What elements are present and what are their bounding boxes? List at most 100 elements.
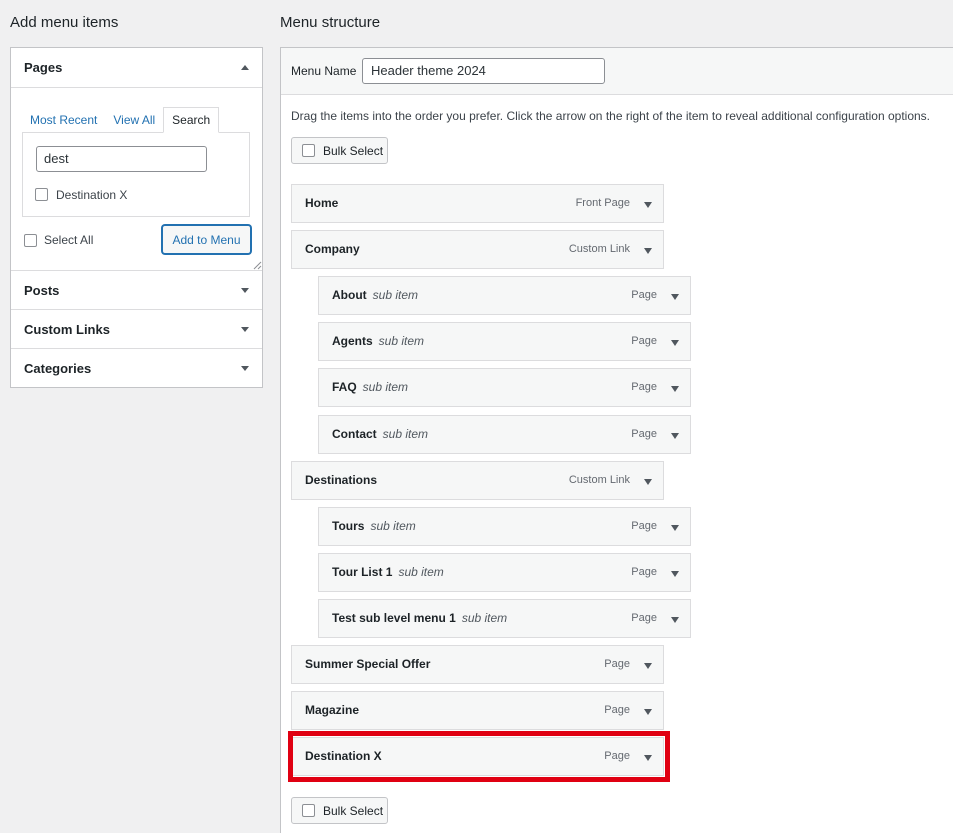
sub-item-label: sub item: [461, 611, 508, 625]
pages-accordion-header[interactable]: Pages: [11, 48, 262, 87]
sub-item-label: sub item: [362, 380, 409, 394]
menu-item-title: Test sub level menu 1 sub item: [332, 611, 507, 625]
menu-item-title-text: Summer Special Offer: [305, 657, 431, 671]
bulk-select-button-top[interactable]: Bulk Select: [291, 137, 388, 164]
menu-item-title-text: Tours: [332, 519, 365, 533]
menu-name-label: Menu Name: [291, 64, 357, 78]
menu-item-toggle-icon[interactable]: [671, 617, 679, 623]
chevron-down-icon: [241, 327, 249, 332]
menu-item-summer-special-offer[interactable]: Summer Special Offer Page: [291, 645, 664, 684]
menu-item-title-text: Destinations: [305, 473, 378, 487]
menu-header: Menu Name Header theme 2024: [281, 48, 953, 95]
menu-item-tours[interactable]: Tours sub item Page: [318, 507, 691, 546]
menu-item-test-sub-level-menu-1[interactable]: Test sub level menu 1 sub item Page: [318, 599, 691, 638]
menu-item-title: Tours sub item: [332, 519, 416, 533]
menu-item-toggle-icon[interactable]: [671, 571, 679, 577]
destination-x-checkbox[interactable]: [35, 188, 48, 201]
posts-accordion-label: Posts: [24, 282, 60, 298]
search-tab-panel: dest Destination X: [22, 132, 250, 217]
menu-item-magazine[interactable]: Magazine Page: [291, 691, 664, 730]
categories-accordion-label: Categories: [24, 360, 92, 376]
menu-item-type: Page: [631, 335, 657, 347]
add-menu-items-heading: Add menu items: [10, 14, 119, 31]
sub-item-label: sub item: [370, 519, 416, 533]
menu-item-title-text: Magazine: [305, 703, 360, 717]
custom-links-accordion-label: Custom Links: [24, 321, 110, 337]
pages-tabs: Most Recent View All Search: [22, 107, 220, 133]
menu-item-title: Summer Special Offer: [305, 657, 430, 671]
bulk-select-button-bottom[interactable]: Bulk Select: [291, 797, 388, 824]
menu-item-toggle-icon[interactable]: [671, 294, 679, 300]
menu-item-title: Agents sub item: [332, 334, 424, 348]
tab-view-all[interactable]: View All: [105, 107, 163, 133]
menu-item-faq[interactable]: FAQ sub item Page: [318, 368, 691, 407]
menu-item-toggle-icon[interactable]: [671, 433, 679, 439]
menu-item-toggle-icon[interactable]: [671, 386, 679, 392]
chevron-up-icon: [241, 64, 249, 70]
menu-item-tour-list-1[interactable]: Tour List 1 sub item Page: [318, 553, 691, 592]
categories-accordion-header[interactable]: Categories: [11, 348, 262, 387]
chevron-down-icon: [241, 288, 249, 293]
tab-most-recent[interactable]: Most Recent: [22, 107, 105, 133]
pages-accordion: Pages Most Recent View All Search dest D…: [10, 47, 263, 388]
destination-x-result-label[interactable]: Destination X: [56, 188, 127, 202]
menu-item-type: Page: [631, 566, 657, 578]
menu-item-type: Page: [604, 658, 630, 670]
bulk-select-checkbox[interactable]: [302, 804, 315, 817]
menu-item-title: Magazine: [305, 703, 359, 717]
add-menu-items-panel: Pages Most Recent View All Search dest D…: [10, 47, 263, 388]
menu-item-title: Tour List 1 sub item: [332, 565, 444, 579]
menu-item-title-text: Tour List 1: [332, 565, 393, 579]
sub-item-label: sub item: [398, 565, 444, 579]
menu-item-type: Front Page: [575, 197, 630, 209]
select-all-checkbox[interactable]: [24, 234, 37, 247]
menu-item-type: Page: [631, 520, 657, 532]
menu-item-title: FAQ sub item: [332, 380, 408, 394]
menu-item-type: Custom Link: [568, 474, 630, 486]
pages-search-input[interactable]: dest: [36, 146, 207, 172]
menu-item-toggle-icon[interactable]: [671, 340, 679, 346]
menu-item-title: Contact sub item: [332, 427, 428, 441]
menu-item-type: Page: [604, 704, 630, 716]
menu-name-input[interactable]: Header theme 2024: [362, 58, 605, 84]
menu-item-destinations[interactable]: Destinations Custom Link: [291, 461, 664, 500]
menu-item-company[interactable]: Company Custom Link: [291, 230, 664, 269]
menu-item-title: About sub item: [332, 288, 418, 302]
menu-item-toggle-icon[interactable]: [644, 202, 652, 208]
menu-item-title-text: Contact: [332, 427, 377, 441]
menu-item-toggle-icon[interactable]: [644, 479, 652, 485]
add-to-menu-button[interactable]: Add to Menu: [162, 225, 251, 254]
menu-item-title: Company: [305, 242, 360, 256]
pages-accordion-body: Most Recent View All Search dest Destina…: [11, 87, 262, 270]
menu-item-type: Page: [631, 612, 657, 624]
menu-item-title-text: Company: [305, 242, 360, 256]
menu-item-about[interactable]: About sub item Page: [318, 276, 691, 315]
menu-item-toggle-icon[interactable]: [644, 248, 652, 254]
menu-item-toggle-icon[interactable]: [671, 525, 679, 531]
menu-item-type: Page: [631, 381, 657, 393]
menu-item-type: Custom Link: [568, 243, 630, 255]
menu-structure-heading: Menu structure: [280, 14, 381, 31]
sub-item-label: sub item: [382, 427, 429, 441]
sub-item-label: sub item: [372, 288, 419, 302]
menu-item-title-text: FAQ: [332, 380, 357, 394]
resize-handle-icon[interactable]: [253, 261, 262, 270]
menu-item-title-text: Test sub level menu 1: [332, 611, 456, 625]
posts-accordion-header[interactable]: Posts: [11, 270, 262, 309]
menu-item-agents[interactable]: Agents sub item Page: [318, 322, 691, 361]
bulk-select-checkbox[interactable]: [302, 144, 315, 157]
menu-item-toggle-icon[interactable]: [644, 709, 652, 715]
sub-item-label: sub item: [378, 334, 425, 348]
menu-structure-panel: Menu Name Header theme 2024 Drag the ite…: [280, 47, 953, 833]
menu-item-home[interactable]: Home Front Page: [291, 184, 664, 223]
select-all-label[interactable]: Select All: [44, 233, 93, 247]
menu-item-type: Page: [631, 428, 657, 440]
tab-search[interactable]: Search: [163, 107, 220, 133]
menu-item-contact[interactable]: Contact sub item Page: [318, 415, 691, 454]
menu-item-toggle-icon[interactable]: [644, 663, 652, 669]
bulk-select-label: Bulk Select: [323, 803, 384, 818]
chevron-down-icon: [241, 366, 249, 371]
custom-links-accordion-header[interactable]: Custom Links: [11, 309, 262, 348]
menu-item-title-text: Home: [305, 196, 339, 210]
bulk-select-label: Bulk Select: [323, 143, 384, 158]
